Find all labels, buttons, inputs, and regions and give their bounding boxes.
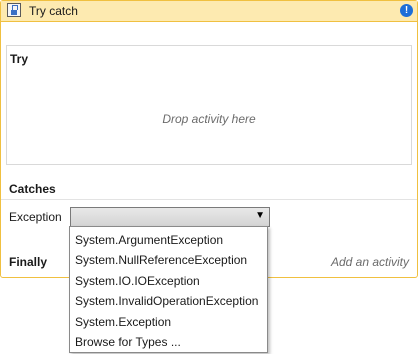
dropdown-item[interactable]: System.InvalidOperationException (75, 291, 258, 311)
finally-label: Finally (9, 255, 48, 269)
dropdown-item[interactable]: System.Exception (75, 312, 171, 332)
chevron-down-icon[interactable]: ▼ (255, 210, 265, 221)
dropdown-item[interactable]: System.NullReferenceException (75, 250, 247, 270)
info-icon[interactable]: ! (400, 4, 413, 17)
dropdown-item[interactable]: System.ArgumentException (75, 230, 223, 250)
add-activity-link[interactable]: Add an activity (331, 255, 409, 269)
try-catch-activity-icon (7, 3, 21, 17)
catches-divider (1, 199, 417, 200)
try-label: Try (10, 52, 29, 66)
exception-label: Exception (9, 210, 62, 224)
try-drop-zone[interactable]: Try Drop activity here (6, 45, 412, 165)
activity-title: Try catch (29, 4, 78, 18)
dropdown-item-browse[interactable]: Browse for Types ... (75, 332, 181, 352)
drop-activity-hint: Drop activity here (162, 112, 256, 126)
exception-type-dropdown[interactable]: System.ArgumentException System.NullRefe… (69, 226, 268, 353)
activity-header[interactable]: Try catch ! (1, 1, 417, 22)
catches-label: Catches (9, 182, 56, 196)
dropdown-item[interactable]: System.IO.IOException (75, 271, 200, 291)
exception-type-select[interactable]: ▼ (70, 207, 270, 227)
